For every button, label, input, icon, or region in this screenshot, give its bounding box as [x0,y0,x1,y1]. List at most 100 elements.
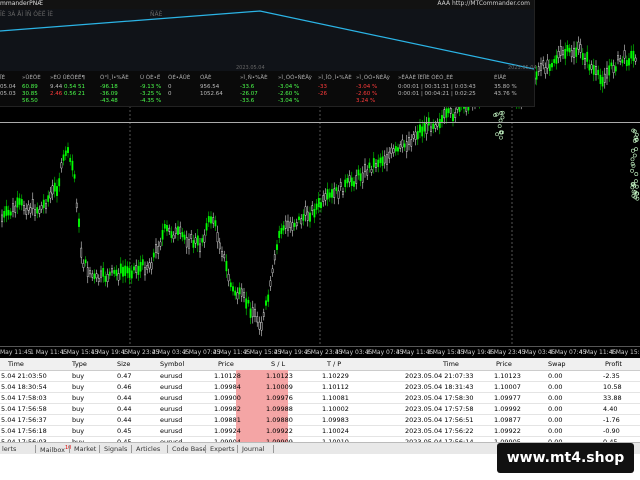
candle-body [304,206,307,216]
candle-body [320,202,322,209]
col-profit[interactable]: Profit [605,360,622,368]
candle-body [152,252,155,258]
candle-body [75,202,78,209]
cell-type: buy [72,405,85,413]
trade-marker [634,172,639,176]
cell-tp: 1.10002 [322,405,349,413]
col-close-price[interactable]: Price [496,360,512,368]
candle-body [192,240,195,248]
candle-body [265,300,267,306]
cell-tp: 1.10081 [322,394,349,402]
candle-body [223,254,226,259]
candle-body [449,108,452,114]
tab-experts[interactable]: Experts [210,445,235,453]
candle-body [53,182,56,192]
tab-mailbox[interactable]: Mailbox10 [40,445,71,454]
candle-body [298,216,300,221]
col-tp[interactable]: T / P [327,360,341,368]
col-size[interactable]: Size [117,360,130,368]
candle-body [5,206,8,216]
col-sl[interactable]: S / L [271,360,285,368]
candle-body [236,292,239,300]
candle-body [273,254,276,261]
candle-body [416,130,419,140]
candle-body [432,123,435,129]
col-swap[interactable]: Swap [548,360,566,368]
candle-body [537,66,540,72]
trade-marker [500,115,505,120]
candle-body [359,173,362,181]
panel-stat-cell: -3.04 % [278,98,300,104]
candle-body [69,157,72,162]
cell-time: 5.04 17:56:37 [1,416,47,424]
candle-body [20,199,23,206]
candle-body [454,112,457,118]
tab-signals[interactable]: Signals [104,445,127,453]
panel-stat-cell: 0 [168,91,172,97]
candle-body [60,162,63,169]
panel-tabs[interactable]: ÎÈ 3À ÅÌ ÏÑ ÓÈË ÎÈ [0,11,53,18]
candle-body [379,157,382,164]
candle-body [557,51,560,59]
tab-lerts[interactable]: lerts [2,445,16,453]
tab-separator [35,445,36,453]
candle-body [126,266,129,274]
cell-time: 5.04 18:30:54 [1,383,47,391]
col-type[interactable]: Type [72,360,87,368]
candle-body [419,124,421,133]
candle-body [34,209,36,216]
candle-body [51,185,54,195]
cell-time: 5.04 17:58:03 [1,394,47,402]
candle-body [357,169,360,176]
tab-journal[interactable]: Journal [242,445,264,453]
col-price[interactable]: Price [218,360,234,368]
candle-body [630,50,633,59]
col-symbol[interactable]: Symbol [160,360,184,368]
cell-swap: 0.00 [548,394,563,402]
candle-body [375,163,377,169]
candle-body [232,286,234,292]
panel-col-header: ÓÄÈ [200,75,212,81]
trade-marker [632,153,637,158]
panel-stat-cell: 51 [78,84,85,90]
candle-body [12,203,14,212]
tab-articles[interactable]: Articles [136,445,160,453]
tab-market[interactable]: Market [74,445,96,453]
candle-body [295,222,298,227]
candle-body [240,288,243,297]
tab-code-base[interactable]: Code Base [172,445,207,453]
candle-body [584,58,586,65]
candle-body [36,207,39,214]
col-close-time[interactable]: Time [443,360,459,368]
candle-body [535,71,538,80]
panel-url-link[interactable]: ÄÃÄ http://MTCommander.com [437,0,530,7]
candle-body [245,298,248,309]
equity-line [0,10,535,70]
panel-tab-extra[interactable]: ÑÄÈ [150,11,162,18]
candle-body [247,299,250,304]
candle-body [67,147,69,154]
candle-body [45,203,47,210]
candle-body [309,212,311,222]
candle-body [104,276,107,282]
candle-body [16,197,19,208]
cell-time: 5.04 21:03:50 [1,372,47,380]
candle-body [553,59,556,63]
col-time[interactable]: Time [8,360,24,368]
candle-body [271,268,274,274]
cell-profit: 33.88 [603,394,622,402]
price-chart[interactable]: mmanderPÑÆ ÄÃÄ http://MTCommander.com ÎÈ… [0,0,640,346]
candle-body [540,62,542,71]
cell-price: 1.10128 [214,372,241,380]
candle-body [394,146,397,152]
trade-marker [495,132,499,137]
trade-marker [634,179,638,184]
cell-tp: 1.09983 [322,416,349,424]
candle-body [386,154,388,165]
candle-body [249,308,252,318]
candle-body [577,41,580,50]
cell-tp: 1.10229 [322,372,349,380]
cell-price2: 1.09977 [494,394,521,402]
cell-price: 1.09984 [214,383,241,391]
candle-body [300,218,303,225]
